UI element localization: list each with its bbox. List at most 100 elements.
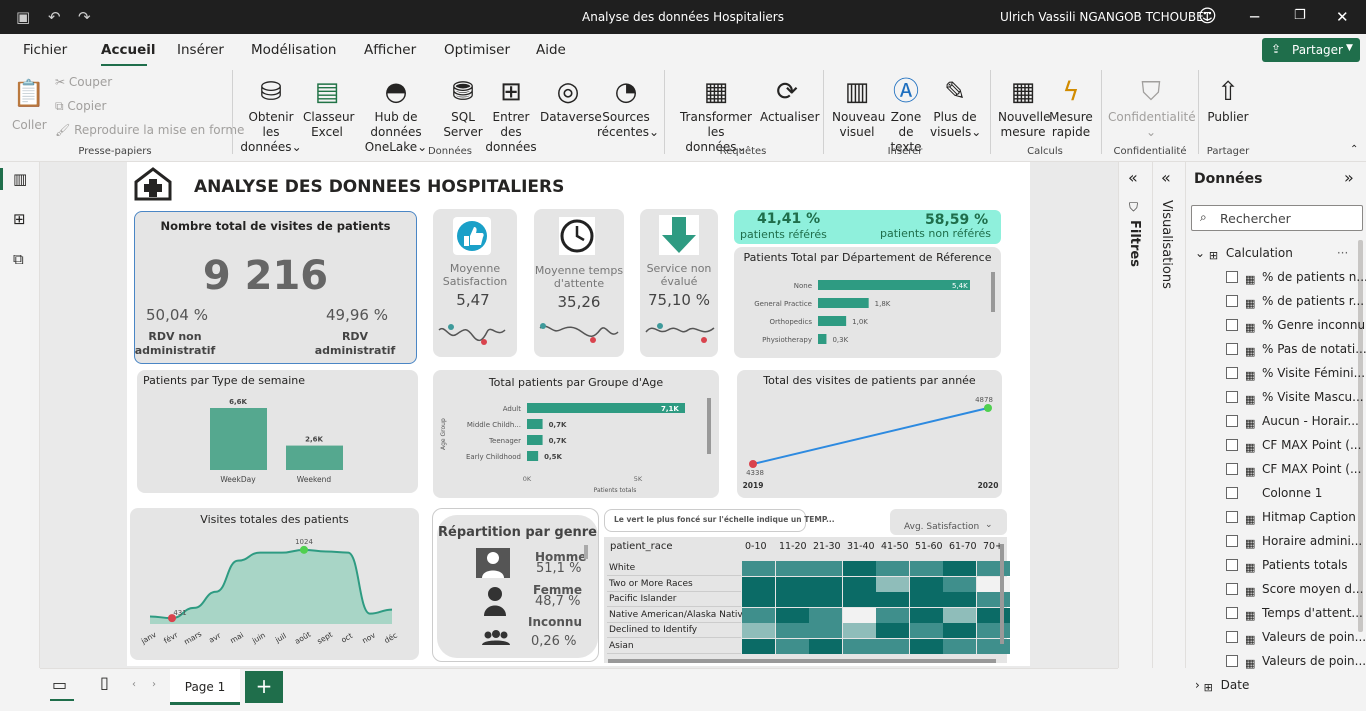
sql-server-button[interactable]: ⛃ SQL Server xyxy=(443,74,483,140)
new-visual-button[interactable]: ▥ Nouveau visuel xyxy=(832,74,885,140)
heatmap-cell[interactable] xyxy=(809,576,842,592)
field-item[interactable]: ▦ % Visite Fémini... xyxy=(1226,366,1365,382)
enter-data-button[interactable]: ⊞ Entrer des données xyxy=(484,74,538,155)
heatmap-cell[interactable] xyxy=(775,561,809,576)
heatmap-cell[interactable] xyxy=(775,607,809,623)
field-checkbox[interactable] xyxy=(1226,607,1238,619)
menu-aide[interactable]: Aide xyxy=(536,42,566,58)
heatmap-cell[interactable] xyxy=(809,592,842,607)
heatmap-cell[interactable] xyxy=(876,561,909,576)
field-item[interactable]: ▦ Horaire admini... xyxy=(1226,534,1362,550)
field-item[interactable]: ▦ Patients totals xyxy=(1226,558,1348,574)
new-measure-button[interactable]: ▦ Nouvelle mesure xyxy=(998,74,1050,140)
field-item[interactable]: ▦ % Visite Mascu... xyxy=(1226,390,1364,406)
heatmap-cell[interactable] xyxy=(976,561,1010,576)
visualizations-pane-collapsed[interactable]: « Visualisations xyxy=(1152,162,1185,668)
menu-afficher[interactable]: Afficher xyxy=(364,42,416,58)
refresh-button[interactable]: ⟳ Actualiser xyxy=(760,74,820,125)
heatmap-cell[interactable] xyxy=(943,638,976,654)
quick-measure-button[interactable]: ϟ Mesure rapide xyxy=(1049,74,1093,140)
table-view-icon[interactable]: ⊞ xyxy=(13,210,26,228)
user-name[interactable]: Ulrich Vassili NGANGOB TCHOUBET xyxy=(1000,10,1211,24)
format-painter-button[interactable]: 🖌 Reproduire la mise en forme xyxy=(55,123,244,138)
heatmap-cell[interactable] xyxy=(809,623,842,638)
field-item[interactable]: ▦ Hitmap Caption xyxy=(1226,510,1356,526)
heatmap-cell[interactable] xyxy=(909,592,943,607)
field-checkbox[interactable] xyxy=(1226,655,1238,667)
heatmap-cell[interactable] xyxy=(842,576,876,592)
field-item[interactable]: ▦ CF MAX Point (... xyxy=(1226,462,1361,478)
field-checkbox[interactable] xyxy=(1226,391,1238,403)
minimize-icon[interactable]: ─ xyxy=(1250,8,1259,26)
heatmap-cell[interactable] xyxy=(842,638,876,654)
excel-button[interactable]: ▤ Classeur Excel xyxy=(303,74,355,140)
heatmap-cell[interactable] xyxy=(976,623,1010,638)
field-item[interactable]: ▦ Valeurs de poin... xyxy=(1226,654,1366,670)
collapse-data-icon[interactable]: » xyxy=(1344,168,1354,187)
heatmap-cell[interactable] xyxy=(842,607,876,623)
dataverse-button[interactable]: ◎ Dataverse xyxy=(540,74,602,125)
heatmap-cell[interactable] xyxy=(742,592,775,607)
search-input[interactable]: ⌕ Rechercher xyxy=(1191,205,1363,231)
get-data-button[interactable]: ⛁ Obtenir les données⌄ xyxy=(240,74,302,155)
field-checkbox[interactable] xyxy=(1226,511,1238,523)
heatmap-h-scrollbar[interactable] xyxy=(608,659,996,663)
field-item[interactable]: ▦ % Pas de notati... xyxy=(1226,342,1366,358)
field-item[interactable]: Colonne 1 xyxy=(1226,486,1322,500)
heatmap-cell[interactable] xyxy=(742,638,775,654)
field-item[interactable]: ▦ % de patients n... xyxy=(1226,270,1366,286)
field-checkbox[interactable] xyxy=(1226,631,1238,643)
field-checkbox[interactable] xyxy=(1226,487,1238,499)
filters-pane-collapsed[interactable]: « ⛉ Filtres xyxy=(1118,162,1152,668)
mobile-layout-icon[interactable]: ▯ xyxy=(100,673,109,692)
avatar-icon[interactable]: ☺ xyxy=(1198,6,1217,27)
next-page-icon[interactable]: › xyxy=(152,679,156,690)
field-checkbox[interactable] xyxy=(1226,463,1238,475)
field-item[interactable]: ▦ Aucun - Horair... xyxy=(1226,414,1359,430)
copy-button[interactable]: ⧉ Copier xyxy=(55,99,106,114)
heatmap-cell[interactable] xyxy=(742,623,775,638)
cut-button[interactable]: ✂ Couper xyxy=(55,75,112,90)
heatmap-cell[interactable] xyxy=(775,638,809,654)
close-icon[interactable]: ✕ xyxy=(1336,8,1349,26)
heatmap-cell[interactable] xyxy=(842,592,876,607)
heatmap-cell[interactable] xyxy=(842,623,876,638)
heatmap-cell[interactable] xyxy=(775,576,809,592)
expand-filters-icon[interactable]: « xyxy=(1128,168,1138,187)
heatmap-cell[interactable] xyxy=(943,576,976,592)
heatmap-cell[interactable] xyxy=(976,607,1010,623)
heatmap-cell[interactable] xyxy=(742,576,775,592)
field-checkbox[interactable] xyxy=(1226,439,1238,451)
heatmap-cell[interactable] xyxy=(909,576,943,592)
desktop-layout-icon[interactable]: ▭ xyxy=(52,675,67,694)
heatmap-cell[interactable] xyxy=(976,638,1010,654)
menu-accueil[interactable]: Accueil xyxy=(101,42,155,58)
gender-scrollbar[interactable] xyxy=(584,545,588,559)
sensitivity-button[interactable]: ⛉ Confidentialité ⌄ xyxy=(1108,74,1196,140)
heatmap-cell[interactable] xyxy=(809,607,842,623)
heatmap-cell[interactable] xyxy=(943,592,976,607)
field-item[interactable]: ▦ % Genre inconnu xyxy=(1226,318,1365,334)
heatmap-cell[interactable] xyxy=(943,561,976,576)
more-visuals-button[interactable]: ✎ Plus de visuels⌄ xyxy=(930,74,981,140)
collapse-ribbon-icon[interactable]: ⌃ xyxy=(1350,144,1358,155)
heatmap-cell[interactable] xyxy=(876,592,909,607)
onelake-hub-button[interactable]: ◓ Hub de données OneLake⌄ xyxy=(352,74,440,155)
heatmap-cell[interactable] xyxy=(976,592,1010,607)
heatmap-cell[interactable] xyxy=(775,623,809,638)
heatmap-v-scrollbar[interactable] xyxy=(1000,544,1004,644)
text-box-button[interactable]: Ⓐ Zone de texte xyxy=(883,74,929,155)
heatmap-cell[interactable] xyxy=(876,576,909,592)
more-options-icon[interactable]: ··· xyxy=(1337,246,1348,260)
model-view-icon[interactable]: ⧉ xyxy=(13,250,24,268)
field-checkbox[interactable] xyxy=(1226,295,1238,307)
heatmap-cell[interactable] xyxy=(943,623,976,638)
heatmap-cell[interactable] xyxy=(876,638,909,654)
field-checkbox[interactable] xyxy=(1226,271,1238,283)
heatmap-cell[interactable] xyxy=(842,561,876,576)
share-button[interactable]: ⇪ Partager ▼ xyxy=(1262,38,1360,62)
heatmap-cell[interactable] xyxy=(976,576,1010,592)
heatmap-cell[interactable] xyxy=(909,607,943,623)
heatmap-cell[interactable] xyxy=(909,638,943,654)
field-item[interactable]: ▦ Valeurs de poin... xyxy=(1226,630,1366,646)
